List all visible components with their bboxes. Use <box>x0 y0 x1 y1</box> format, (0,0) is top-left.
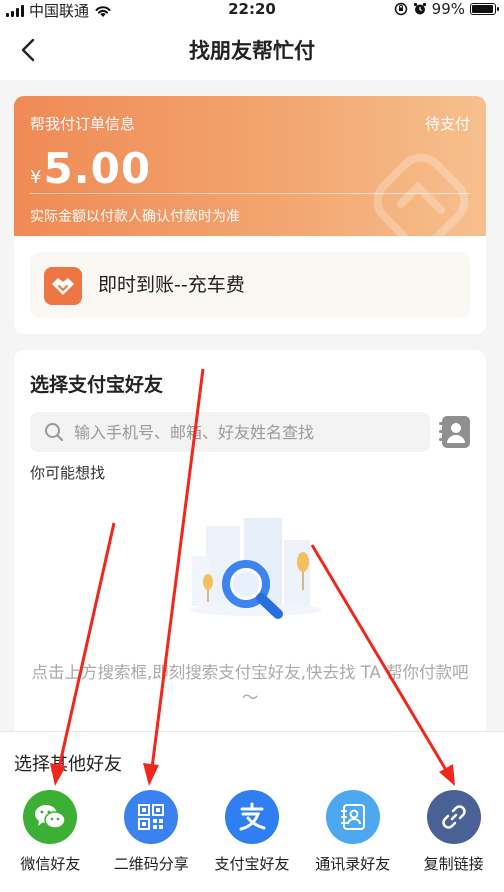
order-info-label: 帮我付订单信息 <box>30 115 136 133</box>
empty-search-illustration <box>190 518 322 619</box>
share-qrcode-button[interactable]: 二维码分享 <box>101 790 202 874</box>
suggest-label: 你可能想找 <box>30 464 106 482</box>
share-label: 支付宝好友 <box>214 855 290 873</box>
status-right: 99% <box>394 0 499 18</box>
wechat-icon <box>23 790 78 844</box>
other-friends-heading: 选择其他好友 <box>14 754 122 775</box>
share-label: 通讯录好友 <box>315 855 391 873</box>
share-options: 微信好友 二维码分享 支付宝好友 通讯录好友 复制链接 <box>0 790 504 874</box>
order-amount: ¥ 5.00 <box>30 144 151 193</box>
battery-icon <box>470 3 499 15</box>
nav-bar: 找朋友帮忙付 <box>0 20 504 80</box>
share-contacts-button[interactable]: 通讯录好友 <box>302 790 403 874</box>
alipay-icon <box>224 790 279 844</box>
share-label: 复制链接 <box>423 855 484 873</box>
link-icon <box>426 790 481 844</box>
orientation-lock-icon <box>394 2 407 16</box>
share-label: 微信好友 <box>20 855 81 873</box>
handshake-watermark-icon <box>373 153 469 236</box>
battery-percent: 99% <box>431 0 465 18</box>
friend-search-box[interactable] <box>30 412 430 452</box>
empty-hint-text: 点击上方搜索框,即刻搜索支付宝好友,快去找 TA 帮你付款吧～ <box>31 663 469 707</box>
copy-link-button[interactable]: 复制链接 <box>403 790 504 874</box>
search-input[interactable] <box>74 412 414 452</box>
contacts-icon[interactable] <box>438 414 472 450</box>
handshake-icon <box>44 267 82 305</box>
share-alipay-button[interactable]: 支付宝好友 <box>202 790 303 874</box>
other-friends-panel: 选择其他好友 微信好友 二维码分享 支付宝好友 通讯录好友 复制链接 <box>0 731 504 892</box>
section-heading: 选择支付宝好友 <box>30 374 164 396</box>
order-item: 即时到账--充车费 <box>30 252 470 318</box>
share-label: 二维码分享 <box>113 855 189 873</box>
order-item-name: 即时到账--充车费 <box>98 274 245 296</box>
amount-note: 实际金额以付款人确认付款时为准 <box>30 209 240 225</box>
page-title: 找朋友帮忙付 <box>189 39 315 63</box>
share-wechat-button[interactable]: 微信好友 <box>0 790 101 874</box>
order-status-badge: 待支付 <box>424 115 470 133</box>
qrcode-icon <box>124 790 179 844</box>
order-summary: 帮我付订单信息 待支付 ¥ 5.00 实际金额以付款人确认付款时为准 <box>14 96 486 236</box>
amount-value: 5.00 <box>43 144 152 193</box>
alarm-icon <box>413 2 426 15</box>
search-icon <box>45 423 64 442</box>
status-bar: 中国联通 22:20 99% <box>0 0 504 20</box>
address-book-icon <box>325 790 380 844</box>
alipay-friend-section: 选择支付宝好友 你可能想找 点击上方搜索框,即刻搜索支付宝好友,快去找 TA 帮… <box>14 350 486 750</box>
order-card: 帮我付订单信息 待支付 ¥ 5.00 实际金额以付款人确认付款时为准 即时到账-… <box>14 96 486 334</box>
currency-symbol: ¥ <box>30 167 42 188</box>
